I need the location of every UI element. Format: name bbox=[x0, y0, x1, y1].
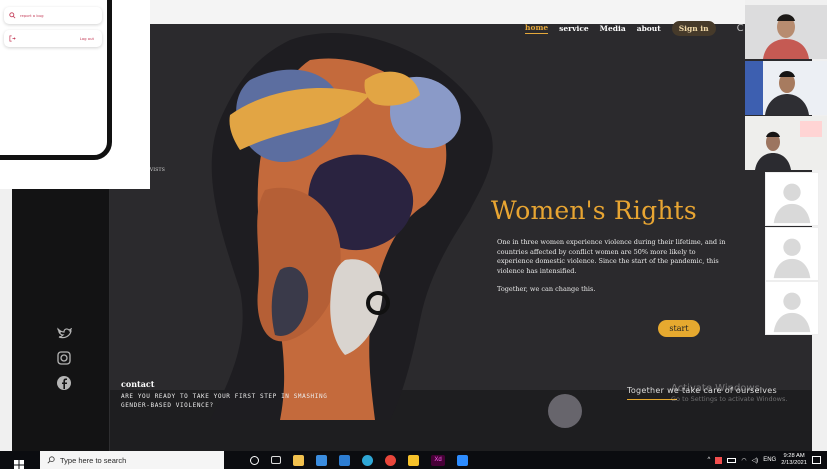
zoom-icon[interactable] bbox=[457, 454, 468, 466]
clock[interactable]: 9:28 AM 2/13/2021 bbox=[781, 453, 807, 467]
social-links bbox=[56, 325, 73, 391]
report-bug-label: report a bug bbox=[20, 13, 44, 18]
phone-frame: report a bug Log out bbox=[0, 0, 112, 160]
hero-paragraph: One in three women experience violence d… bbox=[497, 238, 726, 275]
search-placeholder: Type here to search bbox=[60, 455, 127, 465]
contact-title: contact bbox=[121, 379, 155, 389]
hero-paragraph-2: Together, we can change this. bbox=[497, 285, 596, 294]
video-tile-avatar-1[interactable] bbox=[765, 172, 819, 226]
search-icon bbox=[9, 12, 16, 19]
hero-body: One in three women experience violence d… bbox=[497, 238, 729, 295]
signin-button[interactable]: Sign in bbox=[671, 21, 716, 36]
site-nav: home service Media about Sign in C bbox=[525, 21, 744, 36]
video-tile-3[interactable] bbox=[745, 116, 827, 170]
chevron-up-icon[interactable]: ^ bbox=[707, 457, 710, 463]
system-tray: ^ ◠ ◁) ENG 9:28 AM 2/13/2021 bbox=[707, 451, 821, 469]
windows-taskbar: Type here to search Xd ^ ◠ ◁) ENG 9:28 A… bbox=[0, 451, 827, 469]
edge-icon[interactable] bbox=[362, 454, 373, 466]
nav-service[interactable]: service bbox=[559, 24, 589, 33]
activate-windows-watermark: Activate Windows Go to Settings to activ… bbox=[671, 383, 787, 403]
mail-icon[interactable] bbox=[339, 454, 350, 466]
instagram-icon[interactable] bbox=[56, 350, 72, 366]
hero-title: Women's Rights bbox=[491, 196, 697, 225]
taskbar-search[interactable]: Type here to search bbox=[40, 451, 224, 469]
logout-item[interactable]: Log out bbox=[4, 30, 102, 47]
video-tile-avatar-3[interactable] bbox=[765, 281, 819, 335]
cortana-icon[interactable] bbox=[250, 455, 259, 465]
windows-start-icon[interactable] bbox=[14, 455, 24, 469]
volume-icon[interactable]: ◁) bbox=[752, 457, 759, 464]
tagline-underline bbox=[627, 399, 677, 400]
logout-label: Log out bbox=[79, 36, 94, 41]
chrome-icon[interactable] bbox=[385, 454, 396, 466]
nav-home[interactable]: home bbox=[525, 23, 549, 34]
store-icon[interactable] bbox=[316, 454, 327, 466]
contact-question: ARE YOU READY TO TAKE YOUR FIRST STEP IN… bbox=[121, 393, 328, 409]
nav-about[interactable]: about bbox=[637, 24, 661, 33]
video-tile-avatar-2[interactable] bbox=[765, 227, 819, 281]
search-icon[interactable]: C bbox=[737, 23, 744, 34]
video-tile-2[interactable] bbox=[745, 61, 827, 115]
clock-date: 2/13/2021 bbox=[781, 460, 807, 466]
watermark-line-1: Activate Windows bbox=[671, 383, 760, 394]
battery-icon[interactable] bbox=[727, 457, 737, 463]
taskbar-apps: Xd bbox=[250, 454, 468, 466]
drive-icon[interactable] bbox=[408, 454, 419, 466]
tray-app-icon[interactable] bbox=[715, 456, 723, 464]
task-view-icon[interactable] bbox=[271, 456, 281, 464]
globe-icon bbox=[548, 394, 582, 428]
logout-icon bbox=[9, 35, 16, 42]
left-rail bbox=[12, 184, 110, 451]
facebook-icon[interactable] bbox=[56, 375, 72, 391]
nav-media[interactable]: Media bbox=[600, 24, 626, 33]
language-indicator[interactable]: ENG bbox=[763, 457, 776, 463]
screen: WE ARE ALL ACTIVISTS home service Media … bbox=[0, 0, 827, 469]
watermark-line-2: Go to Settings to activate Windows. bbox=[671, 395, 788, 403]
start-button[interactable]: start bbox=[658, 320, 700, 337]
video-tile-1[interactable] bbox=[745, 5, 827, 59]
clock-time: 9:28 AM bbox=[783, 453, 805, 459]
notifications-icon[interactable] bbox=[812, 456, 821, 464]
wifi-icon[interactable]: ◠ bbox=[741, 457, 746, 464]
twitter-icon[interactable] bbox=[56, 325, 73, 341]
file-explorer-icon[interactable] bbox=[293, 454, 304, 466]
xd-icon[interactable]: Xd bbox=[431, 454, 445, 466]
report-bug-item[interactable]: report a bug bbox=[4, 7, 102, 24]
search-icon bbox=[47, 456, 55, 464]
phone-preview-overlay: report a bug Log out bbox=[0, 0, 150, 189]
